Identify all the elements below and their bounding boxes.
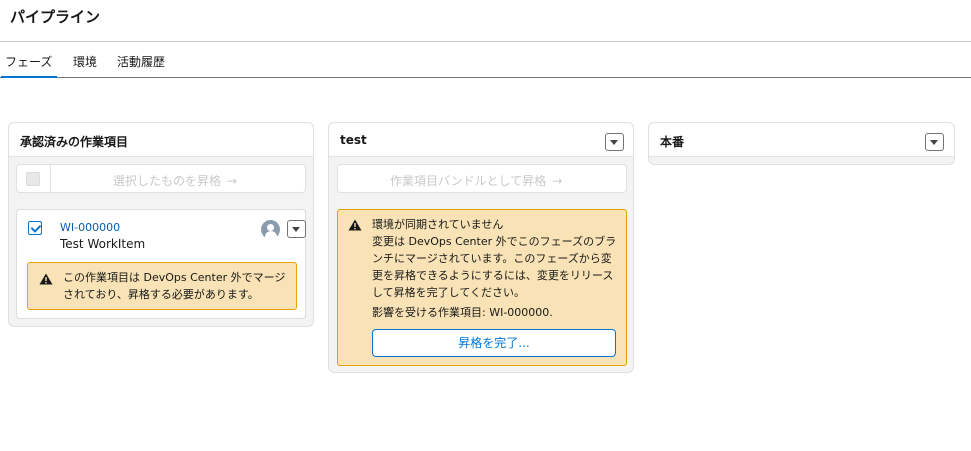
affected-work-items: 影響を受ける作業項目: WI-000000. xyxy=(372,306,553,319)
work-item-link[interactable]: WI-000000 xyxy=(60,221,120,234)
avatar-head xyxy=(267,223,274,231)
warning-icon xyxy=(348,219,362,231)
arrow-right-icon: → xyxy=(552,174,563,188)
tab-activity-history[interactable]: 活動履歴 xyxy=(117,53,165,70)
environment-sync-warning: 環境が同期されていません 変更は DevOps Center 外でこのフェーズの… xyxy=(337,209,627,366)
tab-bar: フェーズ 環境 活動履歴 xyxy=(0,42,971,78)
column-title: 承認済みの作業項目 xyxy=(20,135,129,149)
warning-message: この作業項目は DevOps Center 外でマージされており、昇格する必要が… xyxy=(63,271,286,301)
promote-bundle-button[interactable]: 作業項目バンドルとして昇格 → xyxy=(390,172,562,189)
tab-environments[interactable]: 環境 xyxy=(73,53,97,70)
chevron-down-icon[interactable] xyxy=(287,220,306,238)
work-item-title: Test WorkItem xyxy=(60,237,146,251)
avatar-shoulders xyxy=(264,231,277,239)
promote-selected-label: 選択したものを昇格 xyxy=(113,174,222,188)
column-header: 本番 xyxy=(649,123,954,157)
warning-icon xyxy=(39,273,53,285)
promote-selected-bar: 選択したものを昇格 → xyxy=(16,164,306,193)
promote-bundle-label: 作業項目バンドルとして昇格 xyxy=(390,174,547,188)
warning-title: 環境が同期されていません xyxy=(372,218,504,231)
select-all-checkbox[interactable] xyxy=(26,172,40,186)
work-item-card: WI-000000 Test WorkItem この作業項目は DevOps C… xyxy=(16,209,306,319)
column-header: test xyxy=(329,123,633,157)
column-production: 本番 xyxy=(648,122,955,165)
work-item-warning: この作業項目は DevOps Center 外でマージされており、昇格する必要が… xyxy=(27,262,297,310)
column-title: test xyxy=(340,133,367,147)
chevron-down-icon[interactable] xyxy=(605,133,624,151)
work-item-checkbox[interactable] xyxy=(28,221,42,235)
divider xyxy=(50,165,51,192)
promote-bundle-bar: 作業項目バンドルとして昇格 → xyxy=(337,164,627,193)
warning-body: 変更は DevOps Center 外でこのフェーズのブランチにマージされていま… xyxy=(372,235,617,299)
page-title: パイプライン xyxy=(10,8,101,26)
promote-selected-button[interactable]: 選択したものを昇格 → xyxy=(113,172,237,189)
column-header: 承認済みの作業項目 xyxy=(9,123,313,157)
arrow-right-icon: → xyxy=(227,174,238,188)
column-approved: 承認済みの作業項目 選択したものを昇格 → WI-000000 Test Work… xyxy=(8,122,314,327)
column-test: test 作業項目バンドルとして昇格 → 環境が同期されていません 変更は Dev… xyxy=(328,122,634,373)
complete-promotion-button[interactable]: 昇格を完了... xyxy=(372,329,616,357)
chevron-down-icon[interactable] xyxy=(925,133,944,151)
user-avatar-icon[interactable] xyxy=(261,220,280,239)
column-title: 本番 xyxy=(660,135,685,149)
tab-phases[interactable]: フェーズ xyxy=(0,53,58,78)
